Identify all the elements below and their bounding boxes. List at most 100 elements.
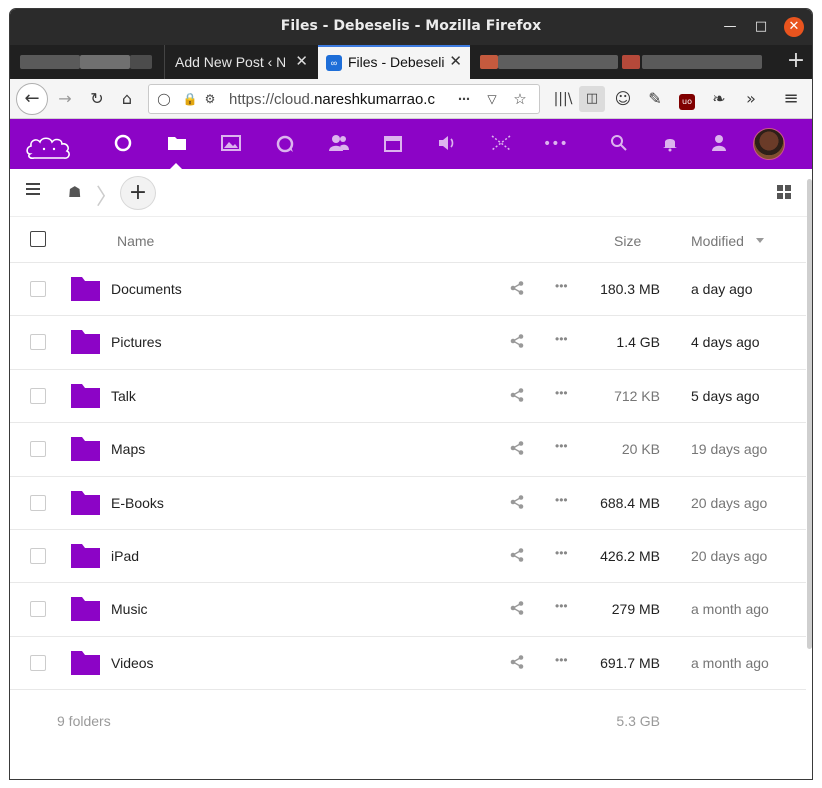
maximize-button[interactable]: □ <box>752 18 770 36</box>
row-checkbox[interactable] <box>30 441 46 458</box>
more-actions-icon[interactable]: ••• <box>555 279 568 293</box>
reload-icon[interactable]: ↻ <box>84 86 110 112</box>
extension-icon[interactable]: ✎ <box>642 86 668 112</box>
new-file-button[interactable]: + <box>120 176 156 210</box>
tab-add-new-post[interactable]: Add New Post ‹ N ✕ <box>164 45 316 79</box>
file-name[interactable]: Music <box>111 601 148 617</box>
calendar-icon[interactable] <box>381 132 405 156</box>
avatar[interactable] <box>753 128 785 160</box>
new-tab-button[interactable]: + <box>786 45 806 79</box>
audio-icon[interactable] <box>435 132 459 156</box>
row-checkbox[interactable] <box>30 494 46 511</box>
row-checkbox[interactable] <box>30 281 46 297</box>
share-icon[interactable] <box>509 333 525 349</box>
tab-label: Add New Post ‹ N <box>175 54 285 70</box>
row-checkbox[interactable] <box>30 387 46 404</box>
table-row[interactable]: iPad ••• 426.2 MB 20 days ago <box>10 530 806 584</box>
share-icon[interactable] <box>509 440 525 456</box>
close-window-button[interactable]: ✕ <box>784 17 804 37</box>
photos-icon[interactable] <box>219 132 243 156</box>
more-actions-icon[interactable]: ••• <box>555 546 568 560</box>
close-tab-icon[interactable]: ✕ <box>295 45 308 79</box>
more-apps-icon[interactable]: ••• <box>543 132 568 156</box>
library-icon[interactable]: |||\ <box>550 86 576 112</box>
files-icon[interactable] <box>165 132 189 156</box>
row-checkbox[interactable] <box>30 654 46 671</box>
table-row[interactable]: E-Books ••• 688.4 MB 20 days ago <box>10 477 806 530</box>
more-actions-icon[interactable]: ••• <box>555 386 568 400</box>
ublock-icon[interactable]: uo <box>674 86 700 112</box>
breadcrumb-home-icon[interactable]: ☗ <box>68 183 81 201</box>
table-row[interactable]: Talk ••• 712 KB 5 days ago <box>10 370 806 424</box>
column-size[interactable]: Size <box>614 233 641 249</box>
breadcrumb-separator: 〉 <box>96 185 119 210</box>
maps-icon[interactable] <box>489 132 513 156</box>
share-icon[interactable] <box>509 387 525 403</box>
tab-blurred-1[interactable] <box>10 45 162 79</box>
more-actions-icon[interactable]: ••• <box>555 493 568 507</box>
account-icon[interactable]: ☺ <box>610 86 636 112</box>
row-checkbox[interactable] <box>30 547 46 564</box>
tab-blurred-2[interactable] <box>472 45 772 79</box>
table-row[interactable]: Documents ••• 180.3 MB a day ago <box>10 263 806 317</box>
share-icon[interactable] <box>509 280 525 296</box>
file-name[interactable]: Videos <box>111 655 154 671</box>
home-icon[interactable]: ⌂ <box>114 86 140 112</box>
lock-icon[interactable]: 🔒 <box>181 90 199 108</box>
more-actions-icon[interactable]: ••• <box>555 599 568 613</box>
navigation-toggle-icon[interactable] <box>26 183 40 195</box>
file-name[interactable]: iPad <box>111 548 139 564</box>
scrollbar[interactable] <box>807 179 812 649</box>
table-row[interactable]: Pictures ••• 1.4 GB 4 days ago <box>10 316 806 370</box>
minimize-button[interactable]: — <box>721 18 739 36</box>
overflow-icon[interactable]: » <box>738 86 764 112</box>
contacts-menu-icon[interactable] <box>707 132 731 156</box>
file-name[interactable]: Documents <box>111 281 182 297</box>
file-name[interactable]: E-Books <box>111 495 164 511</box>
table-row[interactable]: Music ••• 279 MB a month ago <box>10 583 806 637</box>
url-bar[interactable]: ◯ 🔒 ⚙ https://cloud.nareshkumarrao.c ⋯ ▽… <box>148 84 540 114</box>
file-name[interactable]: Talk <box>111 388 136 404</box>
url-text[interactable]: https://cloud.nareshkumarrao.c <box>229 91 451 108</box>
tab-files-active[interactable]: ∞ Files - Debeseli ✕ <box>318 45 470 79</box>
row-checkbox[interactable] <box>30 601 46 618</box>
close-tab-icon[interactable]: ✕ <box>449 47 462 79</box>
logo-icon[interactable] <box>24 132 78 159</box>
menu-icon[interactable]: ≡ <box>778 86 804 112</box>
extension2-icon[interactable]: ❧ <box>706 86 732 112</box>
share-icon[interactable] <box>509 600 525 616</box>
contacts-icon[interactable] <box>327 132 351 156</box>
bookmark-star-icon[interactable]: ☆ <box>511 90 529 108</box>
back-icon[interactable]: ← <box>16 83 48 115</box>
share-icon[interactable] <box>509 654 525 670</box>
column-name[interactable]: Name <box>117 233 154 249</box>
sidebar-icon[interactable]: ◫ <box>579 86 605 112</box>
shield-icon[interactable]: ◯ <box>155 90 173 108</box>
page-actions-icon[interactable]: ⋯ <box>455 90 473 108</box>
search-icon[interactable] <box>607 132 631 156</box>
row-checkbox[interactable] <box>30 334 46 351</box>
talk-icon[interactable] <box>273 132 297 156</box>
folder-icon <box>71 597 100 622</box>
share-icon[interactable] <box>509 547 525 563</box>
file-modified: 20 days ago <box>691 547 768 564</box>
permissions-icon[interactable]: ⚙ <box>201 90 219 108</box>
window-title: Files - Debeselis - Mozilla Firefox <box>280 18 542 34</box>
dashboard-icon[interactable] <box>111 132 135 156</box>
share-icon[interactable] <box>509 494 525 510</box>
notifications-icon[interactable] <box>658 132 682 156</box>
grid-view-icon[interactable] <box>777 185 791 199</box>
forward-icon[interactable]: → <box>52 86 78 112</box>
more-actions-icon[interactable]: ••• <box>555 653 568 667</box>
file-name[interactable]: Maps <box>111 441 145 457</box>
more-actions-icon[interactable]: ••• <box>555 439 568 453</box>
select-all-checkbox[interactable] <box>30 231 46 247</box>
file-name[interactable]: Pictures <box>111 334 162 350</box>
more-actions-icon[interactable]: ••• <box>555 332 568 346</box>
navigation-toolbar: ← → ↻ ⌂ ◯ 🔒 ⚙ https://cloud.nareshkumarr… <box>10 79 812 119</box>
pocket-icon[interactable]: ▽ <box>483 90 501 108</box>
column-modified[interactable]: Modified <box>691 233 744 249</box>
table-row[interactable]: Videos ••• 691.7 MB a month ago <box>10 637 806 691</box>
browser-window: Files - Debeselis - Mozilla Firefox — □ … <box>9 8 813 780</box>
table-row[interactable]: Maps ••• 20 KB 19 days ago <box>10 423 806 477</box>
